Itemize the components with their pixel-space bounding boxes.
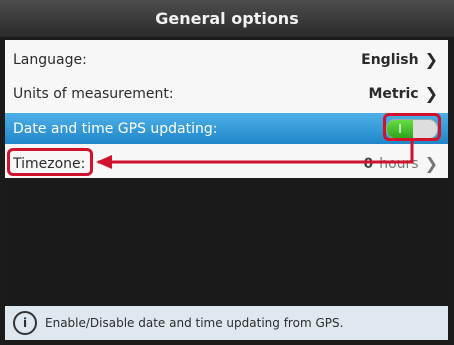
setting-value: 0 hours ❯ bbox=[363, 154, 438, 173]
info-icon: i bbox=[13, 311, 37, 335]
setting-label: Units of measurement: bbox=[13, 85, 174, 102]
setting-label: Date and time GPS updating: bbox=[13, 120, 218, 137]
window-title: General options bbox=[0, 0, 454, 37]
setting-label: Language: bbox=[13, 51, 87, 68]
chevron-right-icon: ❯ bbox=[424, 84, 438, 103]
annotation-box-timezone bbox=[7, 148, 93, 176]
timezone-unit: hours bbox=[379, 155, 419, 172]
setting-gps-time[interactable]: Date and time GPS updating: I bbox=[5, 113, 448, 144]
annotation-box-toggle bbox=[383, 113, 441, 141]
timezone-number: 0 bbox=[363, 155, 374, 172]
setting-value: English ❯ bbox=[361, 50, 438, 69]
setting-units[interactable]: Units of measurement: Metric ❯ bbox=[5, 78, 448, 109]
setting-value-text: English bbox=[361, 51, 419, 68]
help-text: Enable/Disable date and time updating fr… bbox=[45, 316, 344, 330]
chevron-right-icon: ❯ bbox=[424, 50, 438, 69]
setting-value-text: Metric bbox=[368, 85, 419, 102]
setting-language[interactable]: Language: English ❯ bbox=[5, 44, 448, 75]
chevron-right-icon: ❯ bbox=[424, 154, 438, 173]
help-footer: i Enable/Disable date and time updating … bbox=[5, 306, 448, 340]
empty-area bbox=[5, 178, 448, 306]
setting-value: Metric ❯ bbox=[368, 84, 438, 103]
